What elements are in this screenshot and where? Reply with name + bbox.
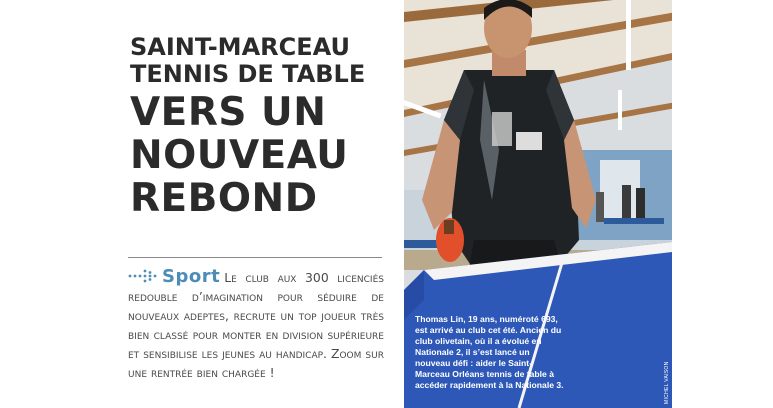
- standfirst-text: Le club aux 300 licenciés redouble d’ima…: [128, 270, 384, 380]
- title-line-3: rebond: [130, 176, 318, 221]
- title-line-2: nouveau: [130, 133, 349, 178]
- divider: [128, 257, 382, 258]
- dot-arrow-icon: [128, 269, 157, 283]
- kicker-line-1: Saint-Marceau: [130, 33, 350, 61]
- kicker-line-2: tennis de table: [130, 60, 366, 88]
- title-line-1: Vers un: [130, 90, 327, 135]
- headline: Saint-Marceau tennis de table Vers un no…: [130, 33, 380, 221]
- photo-caption: Thomas Lin, 19 ans, numéroté 693, est ar…: [415, 314, 564, 390]
- section-label: Sport: [162, 266, 221, 287]
- photo-credit: MICHEL VAISON: [664, 361, 670, 404]
- standfirst: Sport Le club aux 300 licenciés redouble …: [128, 267, 384, 382]
